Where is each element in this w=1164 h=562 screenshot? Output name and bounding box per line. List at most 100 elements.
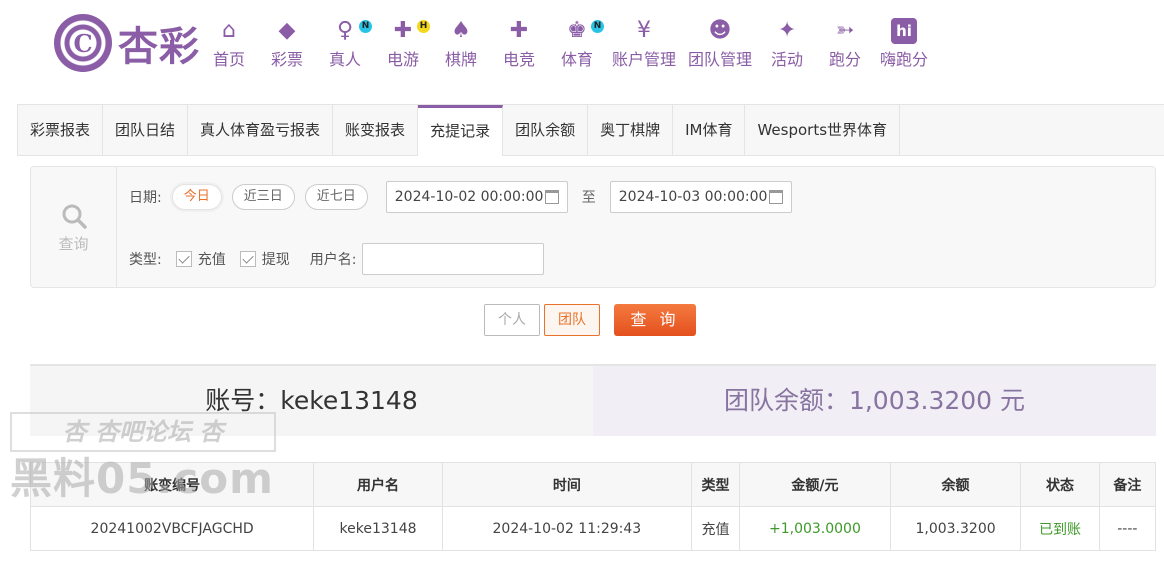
username-input[interactable]: [362, 243, 545, 275]
nav-item[interactable]: ¥ 账户管理: [612, 18, 676, 70]
username-label: 用户名:: [309, 252, 357, 268]
column-header: 用户名: [313, 462, 443, 507]
date-from-value: 2024-10-02 00:00:00: [394, 189, 544, 205]
table-cell: ----: [1098, 506, 1157, 551]
nav-item-label: 电游: [386, 50, 419, 69]
nav-item[interactable]: ◆ 彩票: [264, 18, 310, 70]
hi-badge-icon: hi: [891, 18, 918, 44]
nav-item[interactable]: hi 嗨跑分: [880, 18, 928, 70]
header: C 杏彩 ⌂ 首页 ◆ 彩票 ♀ N 真人 ✚ H 电游 ♠ 棋牌 ✚ 电竞 ♚ N 体育 ¥ 账户管理 ☻ 团队管理 ✦…: [0, 0, 1164, 104]
date-to-input[interactable]: 2024-10-03 00:00:00: [609, 181, 792, 213]
ticket-icon: ◆: [278, 18, 296, 43]
date-from-input[interactable]: 2024-10-02 00:00:00: [385, 181, 568, 213]
logo[interactable]: C 杏彩: [54, 14, 200, 72]
esports-controller-icon: ✚: [509, 18, 529, 43]
nav-item[interactable]: ➳ 跑分: [822, 18, 868, 70]
nav-item-label: 首页: [212, 50, 245, 69]
tab[interactable]: Wesports世界体育: [745, 105, 901, 155]
table-cell: 20241002VBCFJAGCHD: [29, 506, 315, 551]
nav-item-label: 彩票: [270, 50, 303, 69]
type-deposit-checkbox[interactable]: 充值: [175, 249, 226, 269]
date-to-value: 2024-10-03 00:00:00: [618, 189, 768, 205]
nav-item[interactable]: ♠ 棋牌: [438, 18, 484, 70]
nav-item-label: 电竞: [502, 50, 535, 69]
calendar-icon[interactable]: [544, 190, 559, 204]
nav-item-label: 棋牌: [444, 50, 477, 69]
team-button[interactable]: 团队: [544, 304, 600, 336]
tab[interactable]: 团队余额: [503, 105, 589, 155]
tab[interactable]: 账变报表: [333, 105, 419, 155]
nav-item[interactable]: ✚ 电竞: [496, 18, 542, 70]
type-withdraw-checkbox[interactable]: 提现: [239, 249, 290, 269]
calendar-icon[interactable]: [768, 190, 783, 204]
tab[interactable]: 团队日结: [103, 105, 189, 155]
action-buttons: 个人 团队 查 询: [484, 304, 696, 336]
tab[interactable]: 奥丁棋牌: [588, 105, 674, 155]
column-header: 余额: [889, 462, 1022, 507]
query-button[interactable]: 查 询: [614, 304, 696, 336]
nav-item-label: 嗨跑分: [880, 50, 929, 69]
nav-item-label: 账户管理: [612, 50, 677, 69]
account-summary: 账号：keke13148: [30, 366, 593, 436]
type-label: 类型:: [129, 252, 162, 268]
preset-7-days[interactable]: 近七日: [304, 184, 368, 210]
preset-3-days[interactable]: 近三日: [231, 184, 295, 210]
tab[interactable]: 充提记录: [418, 105, 504, 156]
nav-item[interactable]: ⌂ 首页: [206, 18, 252, 70]
nav-item-label: 体育: [560, 50, 593, 69]
table-cell: 充值: [690, 506, 741, 551]
nav-item[interactable]: ✦ 活动: [764, 18, 810, 70]
checkbox-checked-icon[interactable]: [175, 251, 192, 267]
table-cell: +1,003.0000: [739, 506, 891, 551]
tab[interactable]: 真人体育盈亏报表: [188, 105, 334, 155]
type-withdraw-label: 提现: [261, 252, 290, 268]
logo-emblem-icon: C: [54, 14, 112, 72]
yen-coin-icon: ¥: [637, 18, 651, 43]
table-row: 20241002VBCFJAGCHD keke13148 2024-10-02 11…: [29, 506, 1157, 551]
column-header: 类型: [690, 462, 741, 507]
team-icon: ☻: [708, 18, 732, 43]
page: C 杏彩 ⌂ 首页 ◆ 彩票 ♀ N 真人 ✚ H 电游 ♠ 棋牌 ✚ 电竞 ♚ N 体育 ¥ 账户管理 ☻ 团队管理 ✦…: [0, 0, 1164, 562]
table-cell: 1,003.3200: [889, 506, 1022, 551]
nav-item[interactable]: ✚ H 电游: [380, 18, 430, 70]
home-icon: ⌂: [222, 18, 236, 43]
table-cell: 已到账: [1020, 506, 1100, 551]
column-header: 金额/元: [739, 462, 891, 507]
column-header: 账变编号: [29, 462, 315, 507]
preset-today[interactable]: 今日: [171, 184, 222, 210]
nav-item[interactable]: ☻ 团队管理: [688, 18, 752, 70]
tab[interactable]: 彩票报表: [18, 105, 104, 155]
type-deposit-label: 充值: [197, 252, 226, 268]
report-tabs: 彩票报表 团队日结 真人体育盈亏报表 账变报表 充提记录 团队余额 奥丁棋牌 IM体育 Wesp…: [17, 104, 1164, 156]
filter-panel: 查询 日期: 今日 近三日 近七日 2024-10-02 00:00:00 至 …: [30, 166, 1156, 288]
nav-badge: H: [417, 20, 430, 33]
logo-text: 杏彩: [118, 23, 200, 70]
nav-badge: N: [359, 20, 372, 33]
tab[interactable]: IM体育: [673, 105, 746, 155]
column-header: 时间: [441, 462, 692, 507]
query-side-label: 查询: [58, 235, 89, 253]
search-icon: [62, 204, 87, 229]
nav-item[interactable]: ♚ N 体育: [554, 18, 604, 70]
nav-item-label: 真人: [328, 50, 361, 69]
nav-item-label: 跑分: [829, 50, 862, 69]
nav-item-label: 团队管理: [688, 50, 753, 69]
main-nav: ⌂ 首页 ◆ 彩票 ♀ N 真人 ✚ H 电游 ♠ 棋牌 ✚ 电竞 ♚ N 体育 ¥ 账户管理 ☻ 团队管理 ✦ 活动 ➳ 跑分…: [206, 18, 940, 70]
records-table: 账变编号 用户名 时间 类型 金额/元 余额 状态 备注 20241002VBCFJAGCHD…: [29, 462, 1157, 551]
nav-item[interactable]: ♀ N 真人: [322, 18, 372, 70]
table-body: 20241002VBCFJAGCHD keke13148 2024-10-02 11…: [29, 506, 1157, 551]
table-header-row: 账变编号 用户名 时间 类型 金额/元 余额 状态 备注: [29, 462, 1157, 507]
personal-button[interactable]: 个人: [484, 304, 540, 336]
date-row: 日期: 今日 近三日 近七日 2024-10-02 00:00:00 至 202…: [129, 181, 792, 213]
nav-badge: N: [591, 20, 604, 33]
nav-item-label: 活动: [771, 50, 804, 69]
date-separator: 至: [581, 190, 596, 206]
column-header: 状态: [1020, 462, 1100, 507]
team-balance-summary: 团队余额：1,003.3200 元: [593, 366, 1156, 436]
checkbox-checked-icon[interactable]: [239, 251, 256, 267]
running-shoe-icon: ➳: [835, 18, 855, 43]
table-cell: 2024-10-02 11:29:43: [441, 506, 692, 551]
cards-icon: ♠: [451, 18, 471, 43]
table-cell: keke13148: [313, 506, 443, 551]
gift-icon: ✦: [777, 18, 797, 43]
